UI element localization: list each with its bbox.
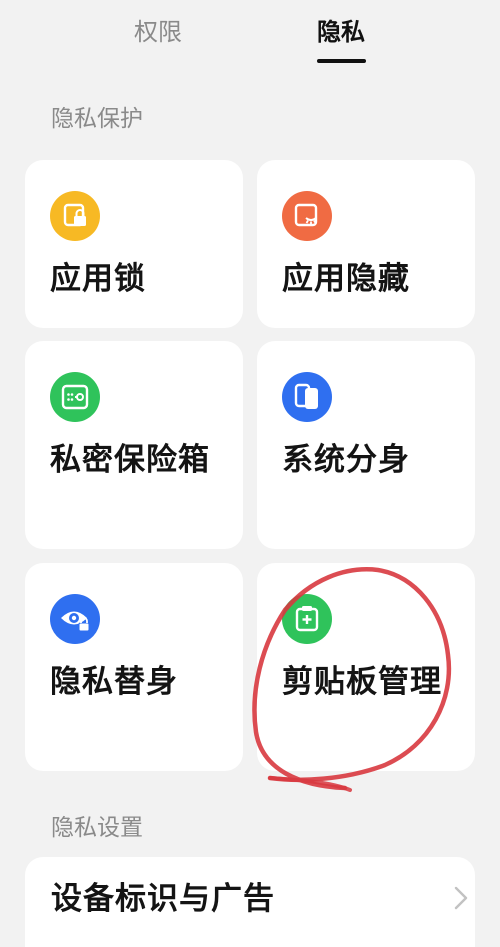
tab-permissions[interactable]: 权限 — [134, 16, 182, 48]
clipboard-manager-icon — [282, 594, 332, 644]
card-privacy-substitute[interactable]: 隐私替身 — [25, 563, 243, 771]
system-clone-icon — [282, 372, 332, 422]
privacy-substitute-icon — [50, 594, 100, 644]
app-hide-icon — [282, 191, 332, 241]
active-tab-indicator — [317, 59, 366, 63]
list-item-label: 设备标识与广告 — [51, 881, 275, 917]
chevron-right-icon — [454, 886, 468, 910]
card-system-clone[interactable]: 系统分身 — [257, 341, 475, 549]
private-safe-icon — [50, 372, 100, 422]
card-label: 应用隐藏 — [282, 261, 410, 297]
card-private-safe[interactable]: 私密保险箱 — [25, 341, 243, 549]
card-app-hide[interactable]: 应用隐藏 — [257, 160, 475, 328]
section-title-privacy-protection: 隐私保护 — [51, 106, 143, 132]
card-label: 剪贴板管理 — [282, 664, 442, 700]
card-label: 隐私替身 — [50, 664, 178, 700]
card-label: 系统分身 — [282, 442, 410, 478]
list-item-device-id-ads[interactable]: 设备标识与广告 — [25, 857, 475, 947]
card-app-lock[interactable]: 应用锁 — [25, 160, 243, 328]
app-lock-icon — [50, 191, 100, 241]
tab-privacy[interactable]: 隐私 — [317, 16, 365, 48]
card-label: 应用锁 — [50, 261, 146, 297]
card-label: 私密保险箱 — [50, 442, 210, 478]
section-title-privacy-settings: 隐私设置 — [51, 815, 143, 841]
top-tab-bar: 权限 隐私 — [0, 0, 500, 70]
card-clipboard-manager[interactable]: 剪贴板管理 — [257, 563, 475, 771]
